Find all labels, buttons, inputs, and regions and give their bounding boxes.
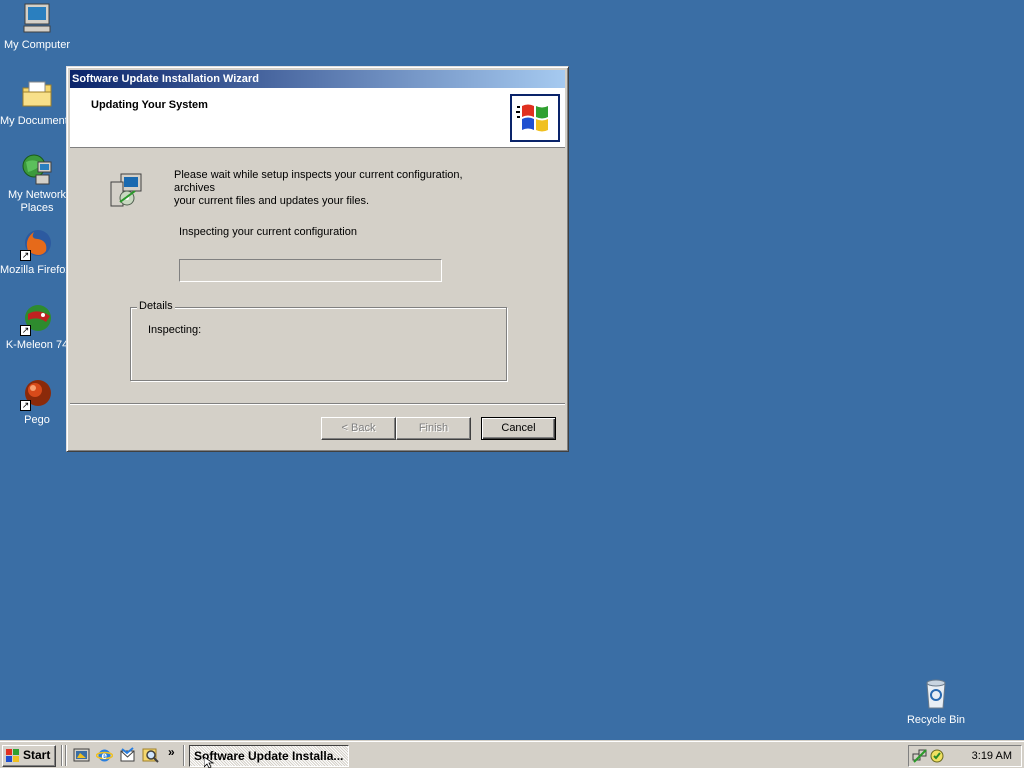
desktop-icon-kmeleon[interactable]: ↗ K-Meleon 74 [0, 302, 74, 352]
taskbar-separator [61, 745, 63, 766]
details-groupbox: Details Inspecting: [130, 300, 507, 381]
start-button[interactable]: Start [2, 745, 56, 767]
details-legend: Details [137, 300, 175, 312]
wizard-header-title: Updating Your System [91, 99, 208, 111]
desktop-icon-label: Recycle Bin [906, 714, 966, 726]
desktop-icon-label: Pego [24, 414, 50, 426]
intro-line-2: your current files and updates your file… [174, 195, 370, 207]
cancel-button[interactable]: Cancel [481, 417, 556, 440]
update-tray-icon[interactable] [929, 748, 945, 764]
show-desktop-icon[interactable] [73, 747, 90, 764]
wizard-window[interactable]: Software Update Installation Wizard Upda… [66, 66, 569, 452]
desktop-icon-my-computer[interactable]: My Computer [0, 2, 74, 52]
taskbar: Start e » Software Update Installa... 3:… [0, 740, 1024, 768]
windows-logo-icon [510, 94, 560, 142]
quick-launch-more-button[interactable]: » [168, 745, 175, 759]
computer-icon [20, 2, 54, 36]
desktop-icon-my-documents[interactable]: My Documents [0, 78, 74, 128]
details-text: Inspecting: [148, 324, 202, 336]
desktop-icon-pego[interactable]: ↗ Pego [0, 377, 74, 427]
search-icon[interactable] [142, 747, 159, 764]
desktop-icon-label: Mozilla Firefox [0, 264, 68, 276]
wizard-header: Updating Your System [70, 88, 565, 148]
window-titlebar[interactable]: Software Update Installation Wizard [70, 70, 565, 88]
status-text: Inspecting your current configuration [179, 226, 357, 238]
desktop-icon-firefox[interactable]: ↗ Mozilla Firefox [0, 227, 74, 277]
desktop-icon-recycle-bin[interactable]: Recycle Bin [899, 677, 973, 727]
firefox-icon: ↗ [20, 227, 54, 261]
network-icon [20, 152, 54, 186]
taskbar-separator [65, 745, 67, 766]
progress-bar [179, 259, 442, 282]
desktop-icon-network-places[interactable]: My Network Places [0, 152, 74, 215]
desktop-icon-label: My Documents [0, 115, 66, 127]
shortcut-arrow-icon: ↗ [20, 400, 31, 411]
kmeleon-icon: ↗ [20, 302, 54, 336]
desktop-icon-label: My Computer [3, 39, 71, 51]
desktop-icon-label: My Network Places [7, 189, 67, 214]
intro-text: Please wait while setup inspects your cu… [174, 169, 504, 208]
back-button[interactable]: < Back [321, 417, 396, 440]
network-tray-icon[interactable] [912, 748, 928, 764]
intro-line-1: Please wait while setup inspects your cu… [174, 169, 463, 194]
finish-button[interactable]: Finish [396, 417, 471, 440]
shortcut-arrow-icon: ↗ [20, 325, 31, 336]
taskbar-separator [183, 745, 185, 766]
folder-icon [20, 78, 54, 112]
setup-computer-icon [109, 172, 143, 208]
pego-icon: ↗ [20, 377, 54, 411]
desktop-icon-label: K-Meleon 74 [5, 339, 69, 351]
clock[interactable]: 3:19 AM [972, 750, 1012, 762]
start-label: Start [23, 748, 51, 762]
mouse-pointer-icon [203, 756, 215, 768]
windows-flag-icon [6, 749, 20, 762]
shortcut-arrow-icon: ↗ [20, 250, 31, 261]
button-separator [70, 403, 565, 405]
outlook-express-icon[interactable] [119, 747, 136, 764]
recycle-bin-icon [919, 677, 953, 711]
svg-text:e: e [102, 751, 108, 762]
internet-explorer-icon[interactable]: e [95, 747, 114, 764]
system-tray: 3:19 AM [908, 745, 1022, 767]
